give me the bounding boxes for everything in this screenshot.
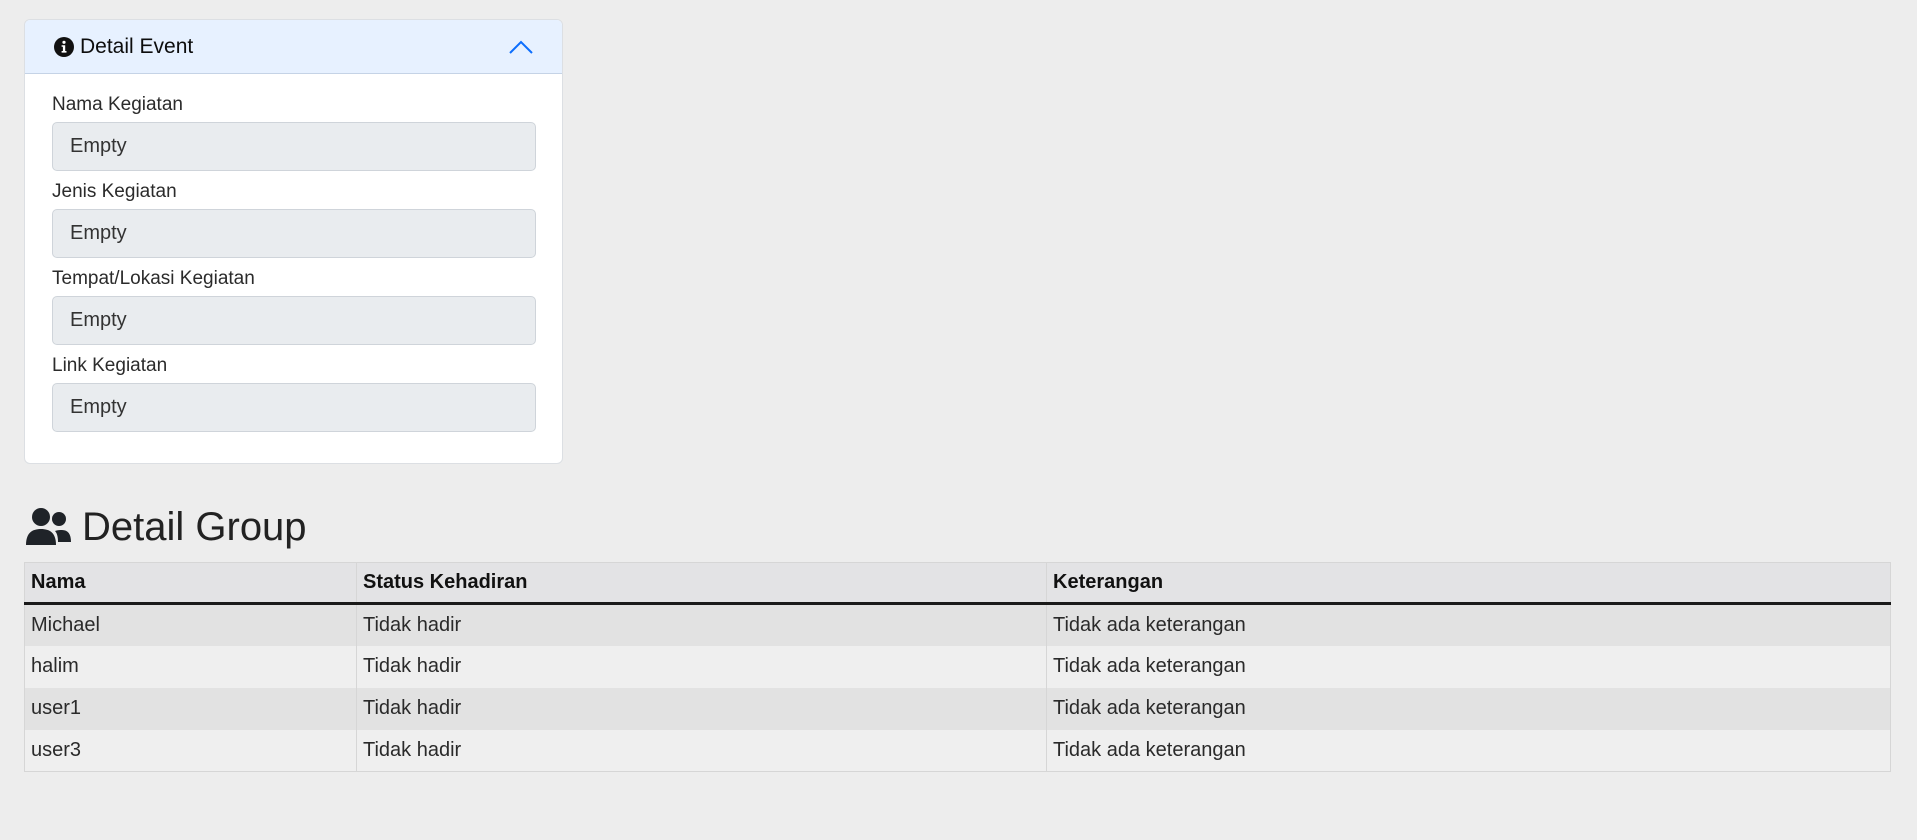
column-header-nama: Nama bbox=[24, 562, 357, 605]
field-jenis-kegiatan: Jenis Kegiatan bbox=[52, 181, 536, 258]
cell-nama: halim bbox=[24, 645, 357, 688]
link-kegiatan-input[interactable] bbox=[52, 383, 536, 432]
field-label: Jenis Kegiatan bbox=[52, 181, 177, 202]
detail-event-title: Detail Event bbox=[80, 34, 194, 58]
column-header-keterangan: Keterangan bbox=[1046, 562, 1891, 605]
cell-nama: user3 bbox=[24, 729, 357, 772]
table-row: Michael Tidak hadir Tidak ada keterangan bbox=[24, 603, 1891, 646]
cell-keterangan: Tidak ada keterangan bbox=[1046, 603, 1891, 646]
nama-kegiatan-input[interactable] bbox=[52, 122, 536, 171]
cell-status: Tidak hadir bbox=[356, 687, 1047, 730]
lokasi-kegiatan-input[interactable] bbox=[52, 296, 536, 345]
detail-group-heading: Detail Group bbox=[24, 502, 307, 552]
cell-keterangan: Tidak ada keterangan bbox=[1046, 645, 1891, 688]
field-label: Tempat/Lokasi Kegiatan bbox=[52, 268, 255, 289]
cell-status: Tidak hadir bbox=[356, 645, 1047, 688]
cell-nama: Michael bbox=[24, 603, 357, 646]
chevron-up-icon[interactable] bbox=[508, 39, 534, 55]
table-row: user1 Tidak hadir Tidak ada keterangan bbox=[24, 687, 1891, 730]
field-label: Nama Kegiatan bbox=[52, 94, 183, 115]
detail-group-title: Detail Group bbox=[82, 504, 307, 549]
cell-keterangan: Tidak ada keterangan bbox=[1046, 729, 1891, 772]
field-label: Link Kegiatan bbox=[52, 355, 168, 376]
field-nama-kegiatan: Nama Kegiatan bbox=[52, 94, 536, 171]
group-members-table: Nama Status Kehadiran Keterangan Michael… bbox=[24, 562, 1891, 772]
detail-event-body: Nama Kegiatan Jenis Kegiatan Tempat/Loka… bbox=[25, 74, 562, 432]
table-row: user3 Tidak hadir Tidak ada keterangan bbox=[24, 729, 1891, 772]
field-link-kegiatan: Link Kegiatan bbox=[52, 355, 536, 432]
column-header-status-kehadiran: Status Kehadiran bbox=[356, 562, 1047, 605]
table-header-row: Nama Status Kehadiran Keterangan bbox=[24, 562, 1891, 605]
cell-status: Tidak hadir bbox=[356, 603, 1047, 646]
detail-event-accordion-header[interactable]: Detail Event bbox=[25, 20, 562, 74]
table-row: halim Tidak hadir Tidak ada keterangan bbox=[24, 645, 1891, 688]
cell-keterangan: Tidak ada keterangan bbox=[1046, 687, 1891, 730]
cell-nama: user1 bbox=[24, 687, 357, 730]
jenis-kegiatan-input[interactable] bbox=[52, 209, 536, 258]
info-circle-icon bbox=[53, 36, 75, 58]
page: Detail Event Nama Kegiatan Jenis Kegiata… bbox=[0, 0, 1917, 840]
cell-status: Tidak hadir bbox=[356, 729, 1047, 772]
users-icon bbox=[24, 507, 72, 547]
table-header: Nama Status Kehadiran Keterangan bbox=[24, 562, 1891, 605]
field-lokasi-kegiatan: Tempat/Lokasi Kegiatan bbox=[52, 268, 536, 345]
detail-event-card: Detail Event Nama Kegiatan Jenis Kegiata… bbox=[24, 19, 563, 464]
table-body: Michael Tidak hadir Tidak ada keterangan… bbox=[24, 603, 1891, 772]
